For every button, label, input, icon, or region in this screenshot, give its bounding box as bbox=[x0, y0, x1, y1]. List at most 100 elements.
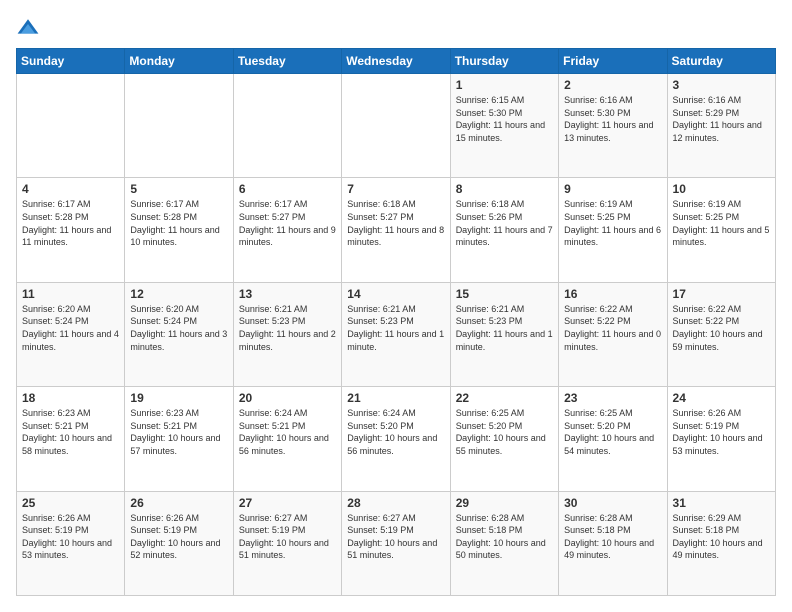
day-number: 20 bbox=[239, 391, 336, 405]
day-info: Sunrise: 6:26 AM Sunset: 5:19 PM Dayligh… bbox=[673, 407, 770, 457]
day-cell: 22 Sunrise: 6:25 AM Sunset: 5:20 PM Dayli… bbox=[450, 387, 558, 491]
weekday-row: SundayMondayTuesdayWednesdayThursdayFrid… bbox=[17, 49, 776, 74]
day-info: Sunrise: 6:21 AM Sunset: 5:23 PM Dayligh… bbox=[239, 303, 336, 353]
day-cell: 11 Sunrise: 6:20 AM Sunset: 5:24 PM Dayli… bbox=[17, 282, 125, 386]
day-number: 11 bbox=[22, 287, 119, 301]
day-cell: 2 Sunrise: 6:16 AM Sunset: 5:30 PM Daylig… bbox=[559, 74, 667, 178]
day-cell: 17 Sunrise: 6:22 AM Sunset: 5:22 PM Dayli… bbox=[667, 282, 775, 386]
day-number: 26 bbox=[130, 496, 227, 510]
day-number: 24 bbox=[673, 391, 770, 405]
day-info: Sunrise: 6:28 AM Sunset: 5:18 PM Dayligh… bbox=[456, 512, 553, 562]
day-cell: 9Sunrise: 6:19 AM Sunset: 5:25 PM Daylig… bbox=[559, 178, 667, 282]
day-number: 7 bbox=[347, 182, 444, 196]
day-info: Sunrise: 6:17 AM Sunset: 5:27 PM Dayligh… bbox=[239, 198, 336, 248]
day-number: 31 bbox=[673, 496, 770, 510]
day-number: 2 bbox=[564, 78, 661, 92]
day-number: 6 bbox=[239, 182, 336, 196]
day-info: Sunrise: 6:22 AM Sunset: 5:22 PM Dayligh… bbox=[564, 303, 661, 353]
day-number: 13 bbox=[239, 287, 336, 301]
day-cell: 16 Sunrise: 6:22 AM Sunset: 5:22 PM Dayli… bbox=[559, 282, 667, 386]
calendar-table: SundayMondayTuesdayWednesdayThursdayFrid… bbox=[16, 48, 776, 596]
week-row-2: 11 Sunrise: 6:20 AM Sunset: 5:24 PM Dayli… bbox=[17, 282, 776, 386]
week-row-4: 25 Sunrise: 6:26 AM Sunset: 5:19 PM Dayli… bbox=[17, 491, 776, 595]
page: SundayMondayTuesdayWednesdayThursdayFrid… bbox=[0, 0, 792, 612]
weekday-header-sunday: Sunday bbox=[17, 49, 125, 74]
day-cell: 6 Sunrise: 6:17 AM Sunset: 5:27 PM Daylig… bbox=[233, 178, 341, 282]
day-number: 15 bbox=[456, 287, 553, 301]
day-number: 22 bbox=[456, 391, 553, 405]
day-info: Sunrise: 6:26 AM Sunset: 5:19 PM Dayligh… bbox=[22, 512, 119, 562]
day-number: 21 bbox=[347, 391, 444, 405]
day-cell: 25 Sunrise: 6:26 AM Sunset: 5:19 PM Dayli… bbox=[17, 491, 125, 595]
day-number: 4 bbox=[22, 182, 119, 196]
day-number: 28 bbox=[347, 496, 444, 510]
day-cell: 23 Sunrise: 6:25 AM Sunset: 5:20 PM Dayli… bbox=[559, 387, 667, 491]
day-number: 23 bbox=[564, 391, 661, 405]
weekday-header-friday: Friday bbox=[559, 49, 667, 74]
weekday-header-saturday: Saturday bbox=[667, 49, 775, 74]
day-cell: 18Sunrise: 6:23 AM Sunset: 5:21 PM Dayli… bbox=[17, 387, 125, 491]
day-cell: 19 Sunrise: 6:23 AM Sunset: 5:21 PM Dayli… bbox=[125, 387, 233, 491]
day-info: Sunrise: 6:17 AM Sunset: 5:28 PM Dayligh… bbox=[130, 198, 227, 248]
day-info: Sunrise: 6:15 AM Sunset: 5:30 PM Dayligh… bbox=[456, 94, 553, 144]
day-cell: 14 Sunrise: 6:21 AM Sunset: 5:23 PM Dayli… bbox=[342, 282, 450, 386]
day-cell: 12 Sunrise: 6:20 AM Sunset: 5:24 PM Dayli… bbox=[125, 282, 233, 386]
day-info: Sunrise: 6:20 AM Sunset: 5:24 PM Dayligh… bbox=[130, 303, 227, 353]
day-number: 27 bbox=[239, 496, 336, 510]
day-cell: 29 Sunrise: 6:28 AM Sunset: 5:18 PM Dayli… bbox=[450, 491, 558, 595]
day-number: 17 bbox=[673, 287, 770, 301]
day-info: Sunrise: 6:20 AM Sunset: 5:24 PM Dayligh… bbox=[22, 303, 119, 353]
day-info: Sunrise: 6:27 AM Sunset: 5:19 PM Dayligh… bbox=[347, 512, 444, 562]
day-info: Sunrise: 6:26 AM Sunset: 5:19 PM Dayligh… bbox=[130, 512, 227, 562]
day-cell: 8 Sunrise: 6:18 AM Sunset: 5:26 PM Daylig… bbox=[450, 178, 558, 282]
day-cell: 31 Sunrise: 6:29 AM Sunset: 5:18 PM Dayli… bbox=[667, 491, 775, 595]
day-cell: 30Sunrise: 6:28 AM Sunset: 5:18 PM Dayli… bbox=[559, 491, 667, 595]
day-info: Sunrise: 6:23 AM Sunset: 5:21 PM Dayligh… bbox=[130, 407, 227, 457]
day-number: 8 bbox=[456, 182, 553, 196]
day-info: Sunrise: 6:29 AM Sunset: 5:18 PM Dayligh… bbox=[673, 512, 770, 562]
day-number: 29 bbox=[456, 496, 553, 510]
day-number: 14 bbox=[347, 287, 444, 301]
day-number: 19 bbox=[130, 391, 227, 405]
day-info: Sunrise: 6:17 AM Sunset: 5:28 PM Dayligh… bbox=[22, 198, 119, 248]
day-cell: 20 Sunrise: 6:24 AM Sunset: 5:21 PM Dayli… bbox=[233, 387, 341, 491]
day-cell: 7Sunrise: 6:18 AM Sunset: 5:27 PM Daylig… bbox=[342, 178, 450, 282]
day-cell: 5 Sunrise: 6:17 AM Sunset: 5:28 PM Daylig… bbox=[125, 178, 233, 282]
day-info: Sunrise: 6:19 AM Sunset: 5:25 PM Dayligh… bbox=[673, 198, 770, 248]
day-cell: 10 Sunrise: 6:19 AM Sunset: 5:25 PM Dayli… bbox=[667, 178, 775, 282]
day-info: Sunrise: 6:24 AM Sunset: 5:21 PM Dayligh… bbox=[239, 407, 336, 457]
day-cell: 3Sunrise: 6:16 AM Sunset: 5:29 PM Daylig… bbox=[667, 74, 775, 178]
logo-icon bbox=[16, 16, 40, 40]
week-row-1: 4 Sunrise: 6:17 AM Sunset: 5:28 PM Daylig… bbox=[17, 178, 776, 282]
day-cell bbox=[17, 74, 125, 178]
day-info: Sunrise: 6:22 AM Sunset: 5:22 PM Dayligh… bbox=[673, 303, 770, 353]
day-info: Sunrise: 6:18 AM Sunset: 5:26 PM Dayligh… bbox=[456, 198, 553, 248]
day-cell bbox=[233, 74, 341, 178]
week-row-0: 1Sunrise: 6:15 AM Sunset: 5:30 PM Daylig… bbox=[17, 74, 776, 178]
day-info: Sunrise: 6:27 AM Sunset: 5:19 PM Dayligh… bbox=[239, 512, 336, 562]
day-info: Sunrise: 6:25 AM Sunset: 5:20 PM Dayligh… bbox=[564, 407, 661, 457]
day-cell: 24 Sunrise: 6:26 AM Sunset: 5:19 PM Dayli… bbox=[667, 387, 775, 491]
day-cell: 26 Sunrise: 6:26 AM Sunset: 5:19 PM Dayli… bbox=[125, 491, 233, 595]
day-info: Sunrise: 6:21 AM Sunset: 5:23 PM Dayligh… bbox=[456, 303, 553, 353]
weekday-header-thursday: Thursday bbox=[450, 49, 558, 74]
logo bbox=[16, 16, 44, 40]
day-number: 5 bbox=[130, 182, 227, 196]
day-info: Sunrise: 6:21 AM Sunset: 5:23 PM Dayligh… bbox=[347, 303, 444, 353]
week-row-3: 18 Sunrise: 6:23 AM Sunset: 5:21 PM Dayli… bbox=[17, 387, 776, 491]
day-number: 16 bbox=[564, 287, 661, 301]
day-number: 18 bbox=[22, 391, 119, 405]
day-cell: 28 Sunrise: 6:27 AM Sunset: 5:19 PM Dayli… bbox=[342, 491, 450, 595]
weekday-header-monday: Monday bbox=[125, 49, 233, 74]
day-number: 12 bbox=[130, 287, 227, 301]
header bbox=[16, 16, 776, 40]
day-info: Sunrise: 6:25 AM Sunset: 5:20 PM Dayligh… bbox=[456, 407, 553, 457]
day-cell bbox=[125, 74, 233, 178]
day-number: 25 bbox=[22, 496, 119, 510]
day-number: 10 bbox=[673, 182, 770, 196]
day-cell: 15 Sunrise: 6:21 AM Sunset: 5:23 PM Dayli… bbox=[450, 282, 558, 386]
weekday-header-tuesday: Tuesday bbox=[233, 49, 341, 74]
day-cell: 4 Sunrise: 6:17 AM Sunset: 5:28 PM Daylig… bbox=[17, 178, 125, 282]
day-info: Sunrise: 6:16 AM Sunset: 5:30 PM Dayligh… bbox=[564, 94, 661, 144]
day-cell: 21Sunrise: 6:24 AM Sunset: 5:20 PM Dayli… bbox=[342, 387, 450, 491]
